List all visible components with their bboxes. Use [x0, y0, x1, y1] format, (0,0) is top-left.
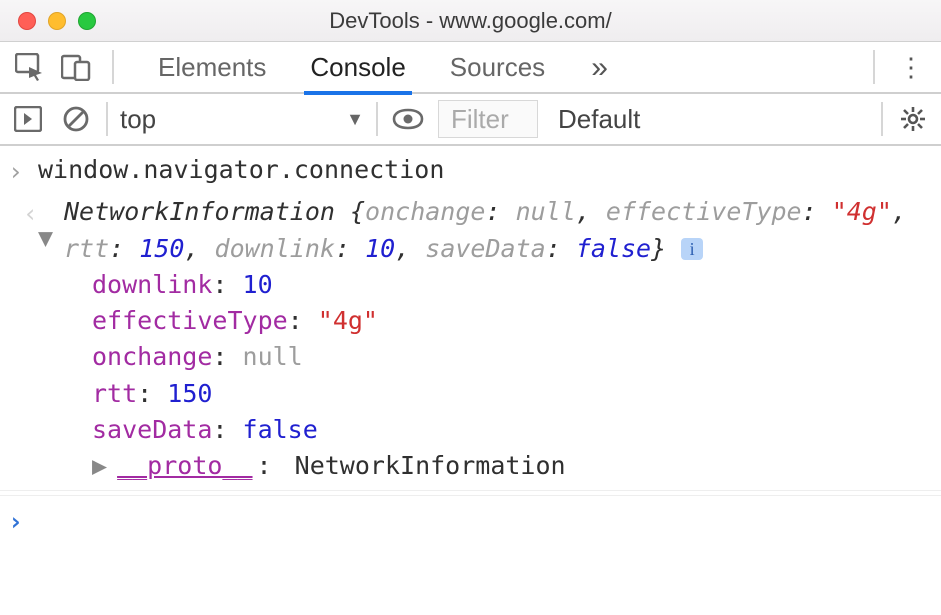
divider [376, 102, 378, 136]
console-prompt-input[interactable] [38, 502, 931, 540]
tab-elements[interactable]: Elements [154, 41, 270, 93]
result-properties: downlink: 10 effectiveType: "4g" onchang… [92, 267, 931, 485]
property-row[interactable]: rtt: 150 [92, 376, 931, 412]
divider [112, 50, 114, 84]
property-row[interactable]: downlink: 10 [92, 267, 931, 303]
dropdown-icon: ▼ [346, 109, 364, 130]
close-window-button[interactable] [18, 12, 36, 30]
info-icon[interactable]: i [681, 238, 703, 260]
console-result: ▼ NetworkInformation {onchange: null, ef… [38, 194, 931, 484]
inspect-element-icon[interactable] [10, 47, 50, 87]
tab-console[interactable]: Console [306, 41, 409, 93]
property-row[interactable]: saveData: false [92, 412, 931, 448]
device-toolbar-icon[interactable] [56, 47, 96, 87]
console-input-text: window.navigator.connection [38, 152, 931, 188]
minimize-window-button[interactable] [48, 12, 66, 30]
console-prompt-row: › [0, 495, 941, 542]
divider [106, 102, 108, 136]
window-controls [18, 12, 96, 30]
property-row[interactable]: onchange: null [92, 339, 931, 375]
window-title: DevTools - www.google.com/ [0, 8, 941, 34]
console-settings-icon[interactable] [895, 105, 931, 133]
context-selector[interactable]: top ▼ [120, 104, 364, 135]
tab-sources[interactable]: Sources [446, 41, 549, 93]
titlebar: DevTools - www.google.com/ [0, 0, 941, 42]
divider [873, 50, 875, 84]
expand-result-toggle[interactable]: ▼ [38, 194, 64, 256]
console-input-row: › window.navigator.connection [0, 150, 941, 192]
live-expression-icon[interactable] [390, 101, 426, 137]
context-selector-label: top [120, 104, 156, 135]
console-result-row: › ▼ NetworkInformation {onchange: null, … [0, 192, 941, 491]
filter-placeholder: Filter [451, 104, 509, 135]
divider [881, 102, 883, 136]
input-marker-icon: › [8, 152, 38, 190]
proto-row[interactable]: ▶ __proto__: NetworkInformation [92, 448, 931, 484]
console-body: › window.navigator.connection › ▼ Networ… [0, 146, 941, 543]
prompt-marker-icon: › [8, 502, 38, 540]
tabs-overflow-icon[interactable]: » [591, 49, 608, 85]
console-toolbar: top ▼ Filter Default [0, 94, 941, 146]
zoom-window-button[interactable] [78, 12, 96, 30]
clear-console-icon[interactable] [58, 101, 94, 137]
result-summary[interactable]: NetworkInformation {onchange: null, effe… [64, 194, 931, 267]
tab-list: Elements Console Sources [154, 41, 549, 93]
property-row[interactable]: effectiveType: "4g" [92, 303, 931, 339]
devtools-tabbar: Elements Console Sources » ⋮ [0, 42, 941, 94]
filter-input[interactable]: Filter [438, 100, 538, 138]
more-menu-icon[interactable]: ⋮ [891, 52, 931, 83]
output-marker-icon: › [8, 194, 38, 232]
toggle-drawer-icon[interactable] [10, 101, 46, 137]
expand-proto-toggle[interactable]: ▶ [92, 448, 107, 484]
log-level-selector[interactable]: Default [558, 104, 640, 135]
